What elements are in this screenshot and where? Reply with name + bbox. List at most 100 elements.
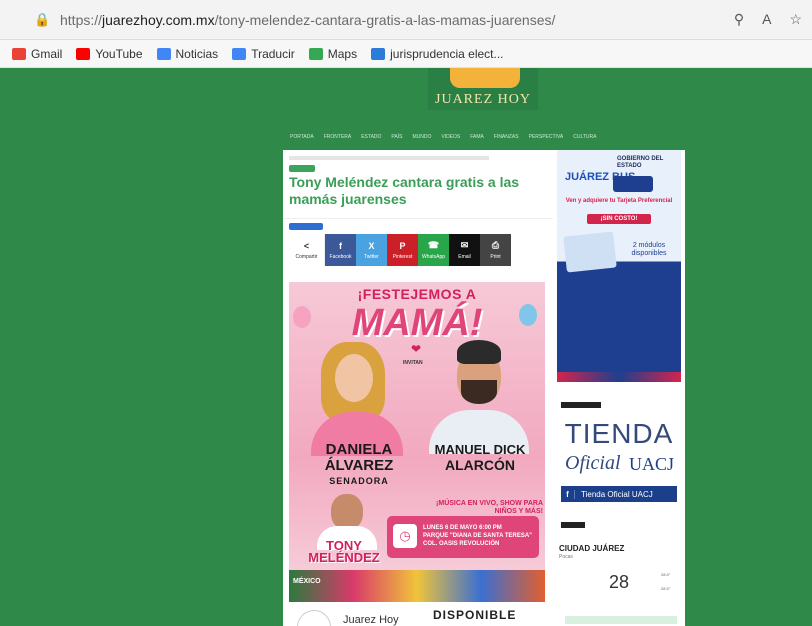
url-domain: juarezhoy.com.mx [102, 11, 215, 28]
site-nav-item[interactable]: FAMA [470, 134, 484, 140]
site-nav-item[interactable]: VIDEOS [441, 134, 460, 140]
print-icon: ⎙ [491, 240, 500, 250]
sidebar: GOBIERNO DEL ESTADO JUÁREZ BUS Ven y adq… [553, 150, 685, 626]
photo-manuel-dick [429, 340, 529, 454]
heart-icon: ❤ [411, 342, 422, 356]
bookmark-favicon-icon [371, 47, 386, 60]
oficial-text: Oficial [565, 452, 621, 474]
print-button[interactable]: ⎙ Print [480, 234, 511, 266]
page-info-icon[interactable]: 🔒 [34, 12, 50, 27]
bookmark-item[interactable]: YouTube [76, 46, 143, 61]
site-nav-item[interactable]: PORTADA [290, 134, 314, 140]
poster-headline: ¡FESTEJEMOS A [357, 286, 477, 302]
bookmark-label: Traducir [251, 46, 295, 61]
article-title: Tony Meléndez cantara gratis a las mamás… [289, 174, 520, 207]
divider [283, 218, 553, 219]
logo-emblem [450, 68, 520, 88]
weather-desc: Pocas [559, 554, 573, 560]
whatsapp-share-button[interactable]: ☎ WhatsApp [418, 234, 449, 266]
pinterest-label: Pinterest [392, 253, 413, 260]
site-nav-item[interactable]: CULTURA [573, 134, 596, 140]
share-button[interactable]: < Compartir [289, 234, 325, 266]
ad-ven-text: Ven y adquiere tu Tarjeta Preferencial [565, 198, 673, 204]
event-date: LUNES 6 DE MAYO 6:00 PM [423, 525, 502, 531]
category-tag[interactable] [289, 165, 315, 172]
article-column: Tony Meléndez cantara gratis a las mamás… [283, 150, 553, 626]
address-bar: 🔒 https://juarezhoy.com.mx/tony-melendez… [0, 0, 812, 40]
site-nav-item[interactable]: PAÍS [391, 134, 402, 140]
juarez-bus-ad[interactable]: GOBIERNO DEL ESTADO JUÁREZ BUS Ven y adq… [557, 150, 681, 382]
breadcrumb[interactable] [289, 156, 489, 160]
site-nav-item[interactable]: ESTADO [361, 134, 381, 140]
poster-name1-line2: ÁLVAREZ [324, 457, 394, 474]
weather-widget: CIUDAD JUÁREZ Pocas 28 28.5° 28.5° [557, 530, 681, 626]
poster-name2-line1: MANUEL DICK [434, 442, 526, 457]
card-image [563, 231, 617, 273]
weather-tag [561, 522, 585, 528]
bookmark-item[interactable]: Maps [308, 47, 357, 61]
poster-guest-name: TONY MELÉNDEZ [308, 538, 380, 565]
zoom-icon[interactable]: ⚲ [734, 11, 744, 28]
twitter-share-button[interactable]: X Twitter [356, 234, 387, 266]
site-nav-item[interactable]: FRONTERA [324, 134, 352, 140]
poster-name2-line2: ALARCÓN [445, 457, 515, 473]
weather-temp: 28 [609, 572, 630, 592]
bookmark-favicon-icon [232, 47, 247, 60]
tienda-text: TIENDA [564, 418, 674, 449]
url-field[interactable]: https://juarezhoy.com.mx/tony-melendez-c… [60, 12, 734, 28]
bookmark-item[interactable]: Noticias [156, 46, 219, 61]
site-nav-item[interactable]: MUNDO [412, 134, 431, 140]
pinterest-icon: P [399, 240, 406, 251]
poster-footer-band: MÉXICO [289, 570, 545, 602]
disponible-text: DISPONIBLE [433, 608, 517, 622]
web-page: JUAREZ HOY PORTADA FRONTERA ESTADO PAÍS MUND… [0, 68, 812, 626]
site-nav-item[interactable]: PERSPECTIVA [529, 134, 564, 140]
bookmark-label: Noticias [175, 46, 219, 61]
weather-lo: 28.5° [661, 586, 671, 591]
bookmark-favicon-icon [308, 47, 323, 60]
ad-sin-costo: ¡SIN COSTO! [587, 214, 651, 224]
email-share-button[interactable]: ✉ Email [449, 234, 480, 266]
ad-modulos: 2 módulos disponibles [631, 242, 667, 257]
read-aloud-icon[interactable]: A [762, 11, 771, 28]
tienda-fb-label: Tienda Oficial UACJ [581, 489, 653, 499]
facebook-share-button[interactable]: f Facebook [325, 234, 356, 266]
section-tag [561, 402, 601, 408]
facebook-icon: f [339, 240, 342, 251]
share-icon: < [303, 240, 310, 251]
print-label: Print [490, 254, 501, 260]
facebook-label: Facebook [329, 253, 352, 260]
tienda-uacj-ad[interactable]: TIENDA Oficial UACJ f Tienda Oficial UAC… [557, 412, 681, 508]
bookmark-item[interactable]: Traducir [232, 47, 295, 61]
calendar-icon: ◷ [393, 524, 417, 548]
favorite-star-icon[interactable]: ☆ [789, 11, 802, 28]
brand-circle-logo [297, 610, 331, 626]
bookmark-item[interactable]: jurisprudencia elect... [371, 46, 504, 61]
weather-hi: 28.5° [661, 572, 671, 577]
event-details-box: ◷ LUNES 6 DE MAYO 6:00 PM PARQUE "DIANA … [387, 516, 539, 558]
bookmark-label: YouTube [95, 46, 143, 61]
uacj-text: UACJ [629, 454, 675, 474]
whatsapp-label: WhatsApp [421, 254, 446, 260]
event-poster-image: ¡FESTEJEMOS A MAMÁ! ❤ INVITAN DANIELA ÁL… [289, 282, 545, 602]
poster-role1: SENADORA [329, 476, 389, 486]
facebook-icon: f [561, 489, 575, 499]
pinterest-share-button[interactable]: P Pinterest [387, 234, 418, 266]
event-place: PARQUE "DIANA DE SANTA TERESA" [423, 533, 533, 539]
bookmark-item[interactable]: Gmail [12, 47, 62, 61]
bookmark-label: jurisprudencia elect... [390, 46, 504, 61]
url-prefix: https:// [60, 11, 103, 28]
mail-icon: ✉ [460, 240, 469, 250]
bookmark-favicon-icon [12, 47, 26, 60]
poster-mexico: MÉXICO [293, 578, 321, 585]
share-bar: < Compartir f Facebook X Twitter P Pinte… [289, 234, 511, 266]
site-nav: PORTADA FRONTERA ESTADO PAÍS MUNDO VIDEOS FAMA… [290, 134, 690, 140]
bookmarks-bar: Gmail YouTube Noticias Traducir Maps jurispru… [0, 40, 812, 68]
url-path: /tony-melendez-cantara-gratis-a-las-mama… [214, 11, 556, 28]
tienda-facebook-link[interactable]: f Tienda Oficial UACJ [561, 486, 677, 502]
site-nav-item[interactable]: FINANZAS [494, 134, 519, 140]
site-logo[interactable]: JUAREZ HOY [428, 68, 538, 110]
ad-bottom-band [557, 372, 681, 382]
like-button[interactable] [289, 223, 323, 230]
ad-gob-text: GOBIERNO DEL ESTADO [617, 156, 664, 169]
